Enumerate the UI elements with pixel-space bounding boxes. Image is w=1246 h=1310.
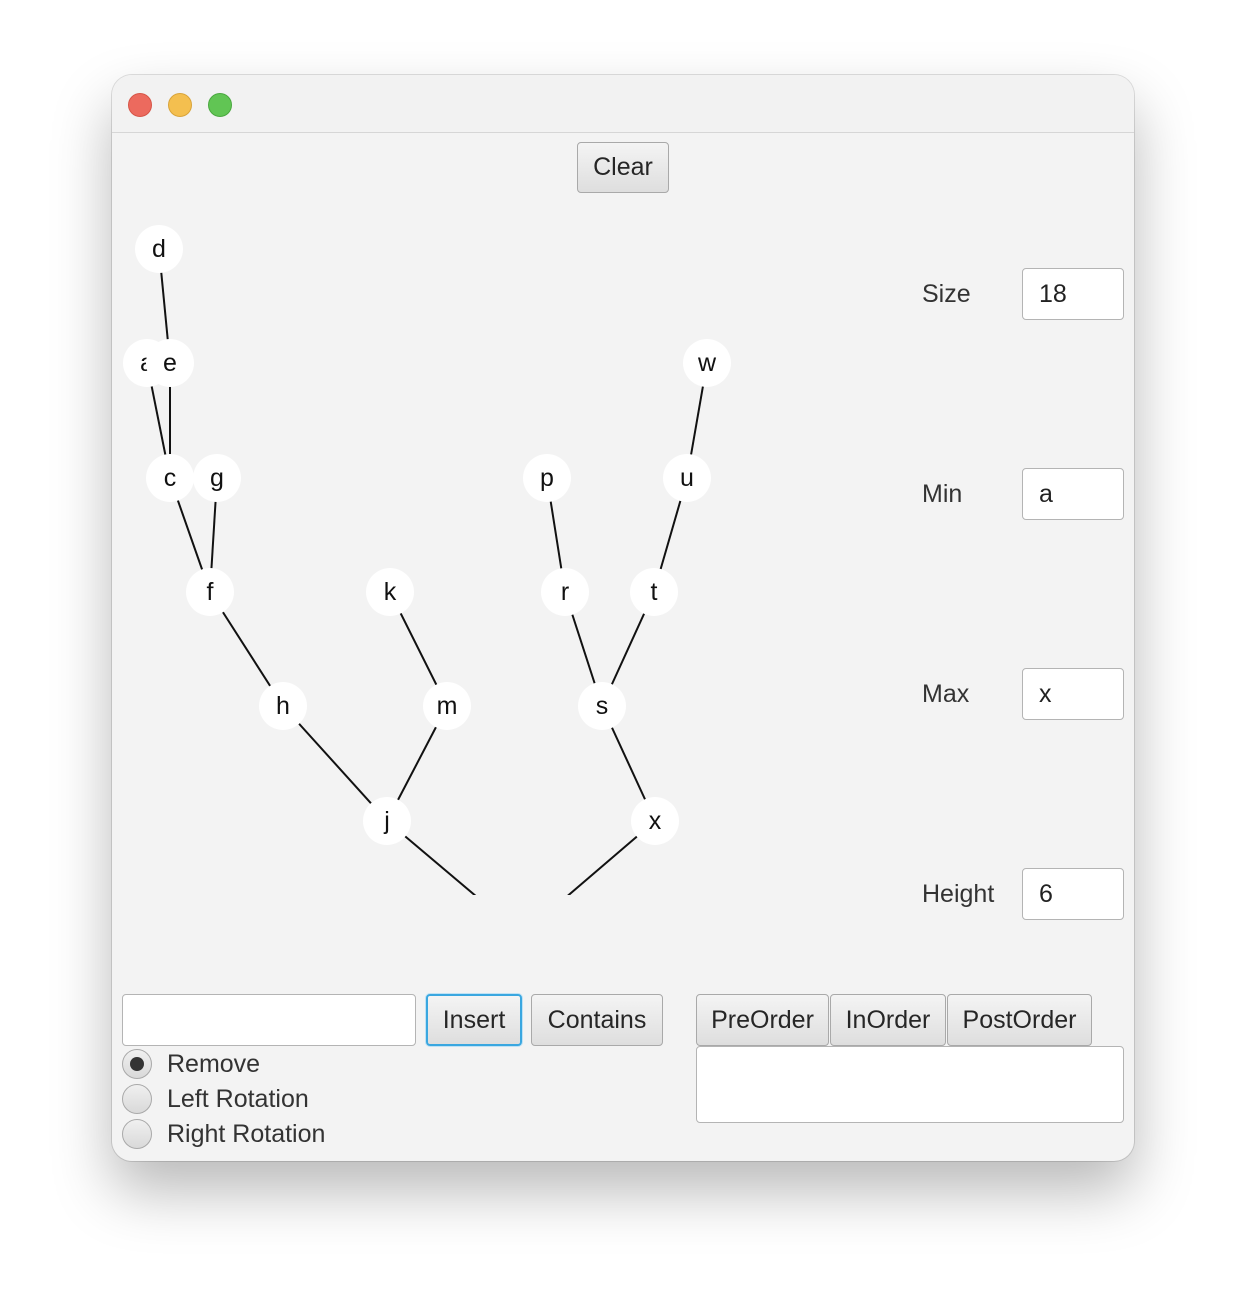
tree-node-w[interactable]: w (683, 339, 731, 387)
tree-node-p[interactable]: p (523, 454, 571, 502)
traversal-output[interactable] (696, 1046, 1124, 1123)
radio-remove-control[interactable] (122, 1049, 152, 1079)
tree-node-h[interactable]: h (259, 682, 307, 730)
radio-right-rotation[interactable]: Right Rotation (122, 1117, 325, 1151)
tree-node-m[interactable]: m (423, 682, 471, 730)
tree-node-label: t (651, 578, 658, 606)
tree-node-s[interactable]: s (578, 682, 626, 730)
height-field[interactable]: 6 (1022, 868, 1124, 920)
radio-left-rotation-control[interactable] (122, 1084, 152, 1114)
insert-button[interactable]: Insert (426, 994, 522, 1046)
tree-node-g[interactable]: g (193, 454, 241, 502)
inorder-button[interactable]: InOrder (830, 994, 946, 1046)
tree-node-r[interactable]: r (541, 568, 589, 616)
tree-node-c[interactable]: c (146, 454, 194, 502)
tree-node-d[interactable]: d (135, 225, 183, 273)
min-label: Min (922, 480, 963, 508)
tree-node-x[interactable]: x (631, 797, 679, 845)
tree-canvas: daewcgpufkrthmsjxo (123, 225, 731, 895)
radio-remove-label: Remove (167, 1049, 261, 1078)
max-field[interactable]: x (1022, 668, 1124, 720)
tree-node-label: d (152, 235, 166, 263)
tree-node-label: r (561, 578, 569, 606)
size-field[interactable]: 18 (1022, 268, 1124, 320)
tree-node-u[interactable]: u (663, 454, 711, 502)
postorder-button[interactable]: PostOrder (947, 994, 1092, 1046)
value-input[interactable] (122, 994, 416, 1046)
radio-left-rotation[interactable]: Left Rotation (122, 1082, 309, 1116)
radio-left-rotation-label: Left Rotation (167, 1084, 309, 1113)
tree-node-label: c (164, 464, 177, 492)
contains-button[interactable]: Contains (531, 994, 663, 1046)
preorder-button[interactable]: PreOrder (696, 994, 829, 1046)
tree-node-label: h (276, 692, 290, 720)
tree-node-label: u (680, 464, 694, 492)
tree-node-j[interactable]: j (363, 797, 411, 845)
tree-node-label: m (437, 692, 458, 720)
tree-node-t[interactable]: t (630, 568, 678, 616)
tree-node-label: x (649, 807, 662, 835)
size-label: Size (922, 280, 971, 308)
tree-node-label: p (540, 464, 554, 492)
tree-node-label: j (383, 807, 390, 835)
tree-node-label: k (384, 578, 397, 606)
tree-node-label: s (596, 692, 609, 720)
tree-node-f[interactable]: f (186, 568, 234, 616)
radio-right-rotation-label: Right Rotation (167, 1119, 326, 1148)
max-label: Max (922, 680, 970, 708)
tree-node-label: w (697, 349, 717, 377)
tree-node-k[interactable]: k (366, 568, 414, 616)
tree-node-label: f (207, 578, 214, 606)
tree-node-e[interactable]: e (146, 339, 194, 387)
height-label: Height (922, 880, 995, 908)
radio-remove[interactable]: Remove (122, 1047, 260, 1081)
app-window: Clear daewcgpufkrthmsjxo Size 18 Min a M… (112, 75, 1134, 1161)
min-field[interactable]: a (1022, 468, 1124, 520)
tree-node-label: g (210, 464, 224, 492)
radio-right-rotation-control[interactable] (122, 1119, 152, 1149)
tree-node-label: e (163, 349, 177, 377)
